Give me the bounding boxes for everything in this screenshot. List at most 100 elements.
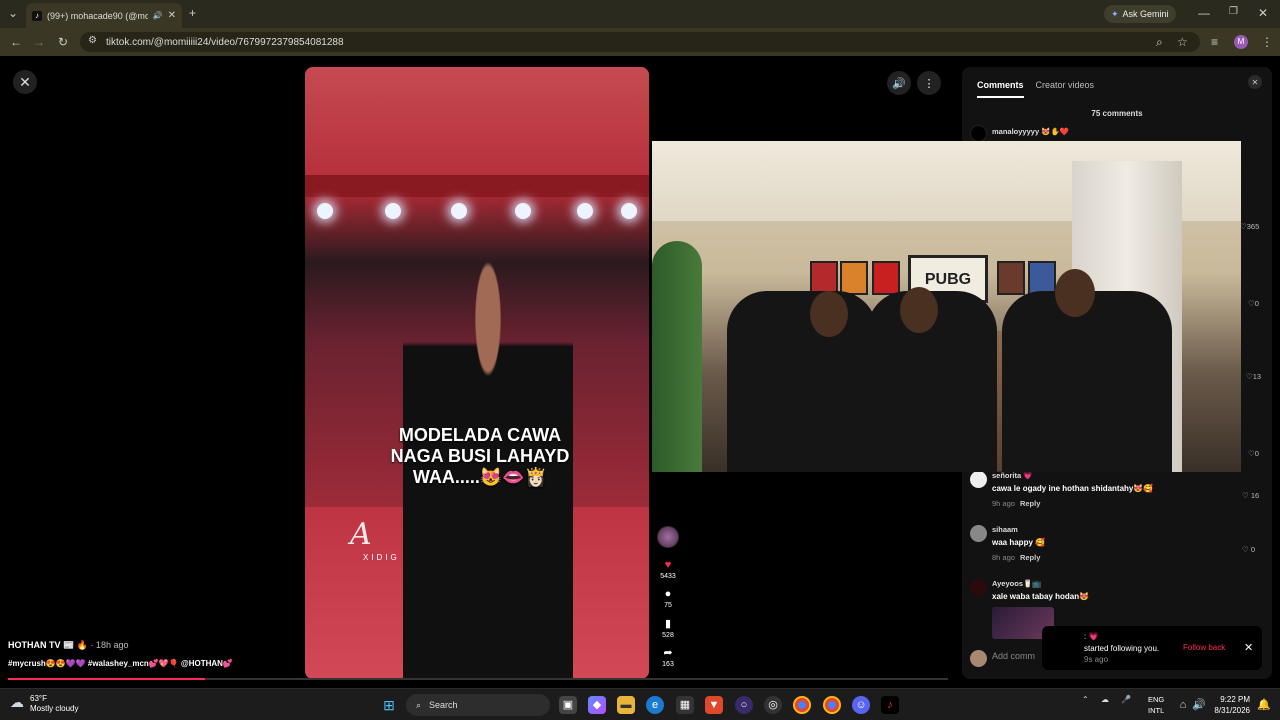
video-player[interactable]: MODELADA CAWA NAGA BUSI LAHAYD WAA.....😻… (305, 67, 649, 679)
zoom-icon[interactable]: ⌕ (1156, 36, 1163, 48)
add-comment-input[interactable]: Add comm (992, 651, 1035, 661)
language-indicator[interactable]: ENG INTL (1148, 694, 1164, 716)
file-explorer-icon[interactable]: ▬ (617, 696, 635, 714)
url-input[interactable]: ⚙ tiktok.com/@momiiiii24/video/767997237… (80, 32, 1200, 52)
media-control-icon[interactable]: ≡ (1211, 36, 1218, 48)
avatar[interactable] (970, 525, 987, 542)
notification-time: 9s ago (1084, 655, 1109, 664)
minimize-icon[interactable]: — (1198, 7, 1210, 19)
window-close-icon[interactable]: ✕ (1258, 7, 1268, 19)
comment-user[interactable]: manaloyyyyy 😻✋❤️ (992, 127, 1069, 136)
weather-temp: 63°F (30, 694, 47, 703)
share-arrow-icon: ➦ (663, 647, 673, 659)
microphone-icon[interactable]: 🎤 (1121, 695, 1131, 704)
comment-likes[interactable]: ♡13 (1246, 372, 1261, 381)
site-info-icon[interactable]: ⚙ (88, 36, 97, 46)
system-tray[interactable]: ⌃ ☁ 🎤 (1082, 695, 1131, 704)
heart-icon: ♥ (664, 559, 672, 571)
tab-close-icon[interactable]: ✕ (168, 10, 176, 21)
comment-user[interactable]: señorita 💗 (992, 471, 1033, 480)
avatar[interactable] (970, 125, 987, 142)
wall-poster (1028, 261, 1056, 295)
task-view-icon[interactable]: ▣ (559, 696, 577, 714)
comment-user[interactable]: Ayeyoos🥛📺 (992, 579, 1042, 588)
share-button[interactable]: ➦ 163 (656, 646, 680, 668)
avatar[interactable] (970, 471, 987, 488)
ask-gemini-label: Ask Gemini (1122, 9, 1169, 19)
video-progress-bar[interactable] (8, 678, 948, 680)
discord-icon[interactable]: ☺ (852, 696, 870, 714)
post-hashtags[interactable]: #mycrush😍😍💜💜 #walashey_mcn💕💖🎈 @HOTHAN💕 (8, 659, 233, 668)
weather-desc: Mostly cloudy (30, 704, 79, 713)
start-icon[interactable]: ⊞ (380, 696, 398, 714)
comment-bubble-icon: ● (664, 588, 672, 600)
profile-avatar[interactable]: M (1234, 35, 1248, 49)
comment-like-count: 0 (1254, 299, 1259, 308)
brave-icon[interactable]: ▼ (705, 696, 723, 714)
reload-icon[interactable]: ↻ (58, 36, 68, 48)
chevron-up-icon[interactable]: ⌃ (1082, 695, 1089, 704)
app-icon[interactable]: ◎ (764, 696, 782, 714)
notification-close-icon[interactable]: ✕ (1244, 641, 1253, 654)
comment-likes[interactable]: ♡365 (1240, 222, 1259, 231)
chrome-menu-icon[interactable]: ⋮ (1261, 36, 1273, 48)
taskbar-search[interactable]: ⌕ Search (406, 694, 550, 716)
clock-date: 8/31/2026 (1214, 706, 1250, 715)
comment-likes[interactable]: ♡0 (1248, 449, 1259, 458)
weather-widget[interactable]: ☁ 63°F Mostly cloudy (10, 694, 78, 714)
more-options-button[interactable]: ⋮ (917, 71, 941, 95)
comment-button[interactable]: ● 75 (656, 588, 680, 609)
tab-comments[interactable]: Comments (977, 80, 1024, 98)
tab-creator-videos[interactable]: Creator videos (1036, 80, 1095, 98)
network-icon[interactable]: ☁ (1101, 695, 1109, 704)
speaker-icon[interactable]: 🔊 (153, 11, 163, 20)
avatar (970, 650, 987, 667)
copilot-icon[interactable]: ◆ (588, 696, 606, 714)
app-icon[interactable]: ○ (735, 696, 753, 714)
comment-likes[interactable]: ♡0 (1248, 299, 1259, 308)
comment-user[interactable]: sihaam (992, 525, 1018, 534)
forward-icon[interactable]: → (33, 36, 45, 48)
comment-like-count: 13 (1252, 372, 1262, 381)
browser-tab[interactable]: ♪ (99+) mohacade90 (@moh... 🔊 ✕ (26, 3, 182, 28)
follow-back-button[interactable]: Follow back (1183, 643, 1225, 652)
like-button[interactable]: ♥ 5433 (656, 559, 680, 580)
ask-gemini-button[interactable]: ✦ Ask Gemini (1104, 5, 1176, 23)
volume-button[interactable]: 🔊 (887, 71, 911, 95)
creator-avatar[interactable] (657, 526, 679, 548)
save-button[interactable]: ▮ 528 (656, 617, 680, 639)
video-caption: MODELADA CAWA NAGA BUSI LAHAYD WAA.....😻… (355, 425, 605, 488)
close-video-button[interactable]: ✕ (13, 70, 37, 94)
picture-in-picture-video[interactable]: PUBG (652, 141, 1241, 472)
search-icon: ⌕ (416, 699, 422, 710)
notifications-icon[interactable]: 🔔 (1255, 696, 1273, 714)
video-stage-beam (305, 175, 649, 197)
chrome-icon[interactable] (823, 696, 841, 714)
tiktok-icon[interactable]: ♪ (881, 696, 899, 714)
avatar[interactable] (970, 579, 987, 596)
comment-likes[interactable]: ♡ 0 (1242, 545, 1255, 554)
comment-like-count: 16 (1250, 491, 1260, 500)
stage-light (621, 203, 637, 219)
bookmark-star-icon[interactable]: ☆ (1177, 36, 1188, 48)
tab-search-icon[interactable]: ⌄ (8, 7, 18, 19)
stage-light (451, 203, 467, 219)
post-author[interactable]: HOTHAN TV 📰 🔥 · 18h ago (8, 640, 128, 651)
reply-button[interactable]: Reply (1020, 553, 1040, 562)
maximize-icon[interactable]: ❐ (1229, 7, 1238, 17)
store-icon[interactable]: ▦ (676, 696, 694, 714)
comment-meta: 8h ago Reply (992, 553, 1040, 562)
comment-likes[interactable]: ♡ 16 (1242, 491, 1259, 500)
reply-button[interactable]: Reply (1020, 499, 1040, 508)
edge-icon[interactable]: e (646, 696, 664, 714)
new-tab-icon[interactable]: + (189, 7, 196, 19)
cloud-icon: ☁ (10, 694, 24, 710)
like-count: 5433 (660, 573, 676, 580)
wall-poster (810, 261, 838, 295)
clock[interactable]: 9:22 PM 8/31/2026 (1210, 694, 1250, 716)
chrome-icon[interactable] (793, 696, 811, 714)
back-icon[interactable]: ← (10, 36, 22, 48)
panel-close-button[interactable]: ✕ (1248, 75, 1262, 89)
search-label: Search (429, 700, 458, 710)
volume-icon[interactable]: 🔊 (1190, 696, 1208, 714)
